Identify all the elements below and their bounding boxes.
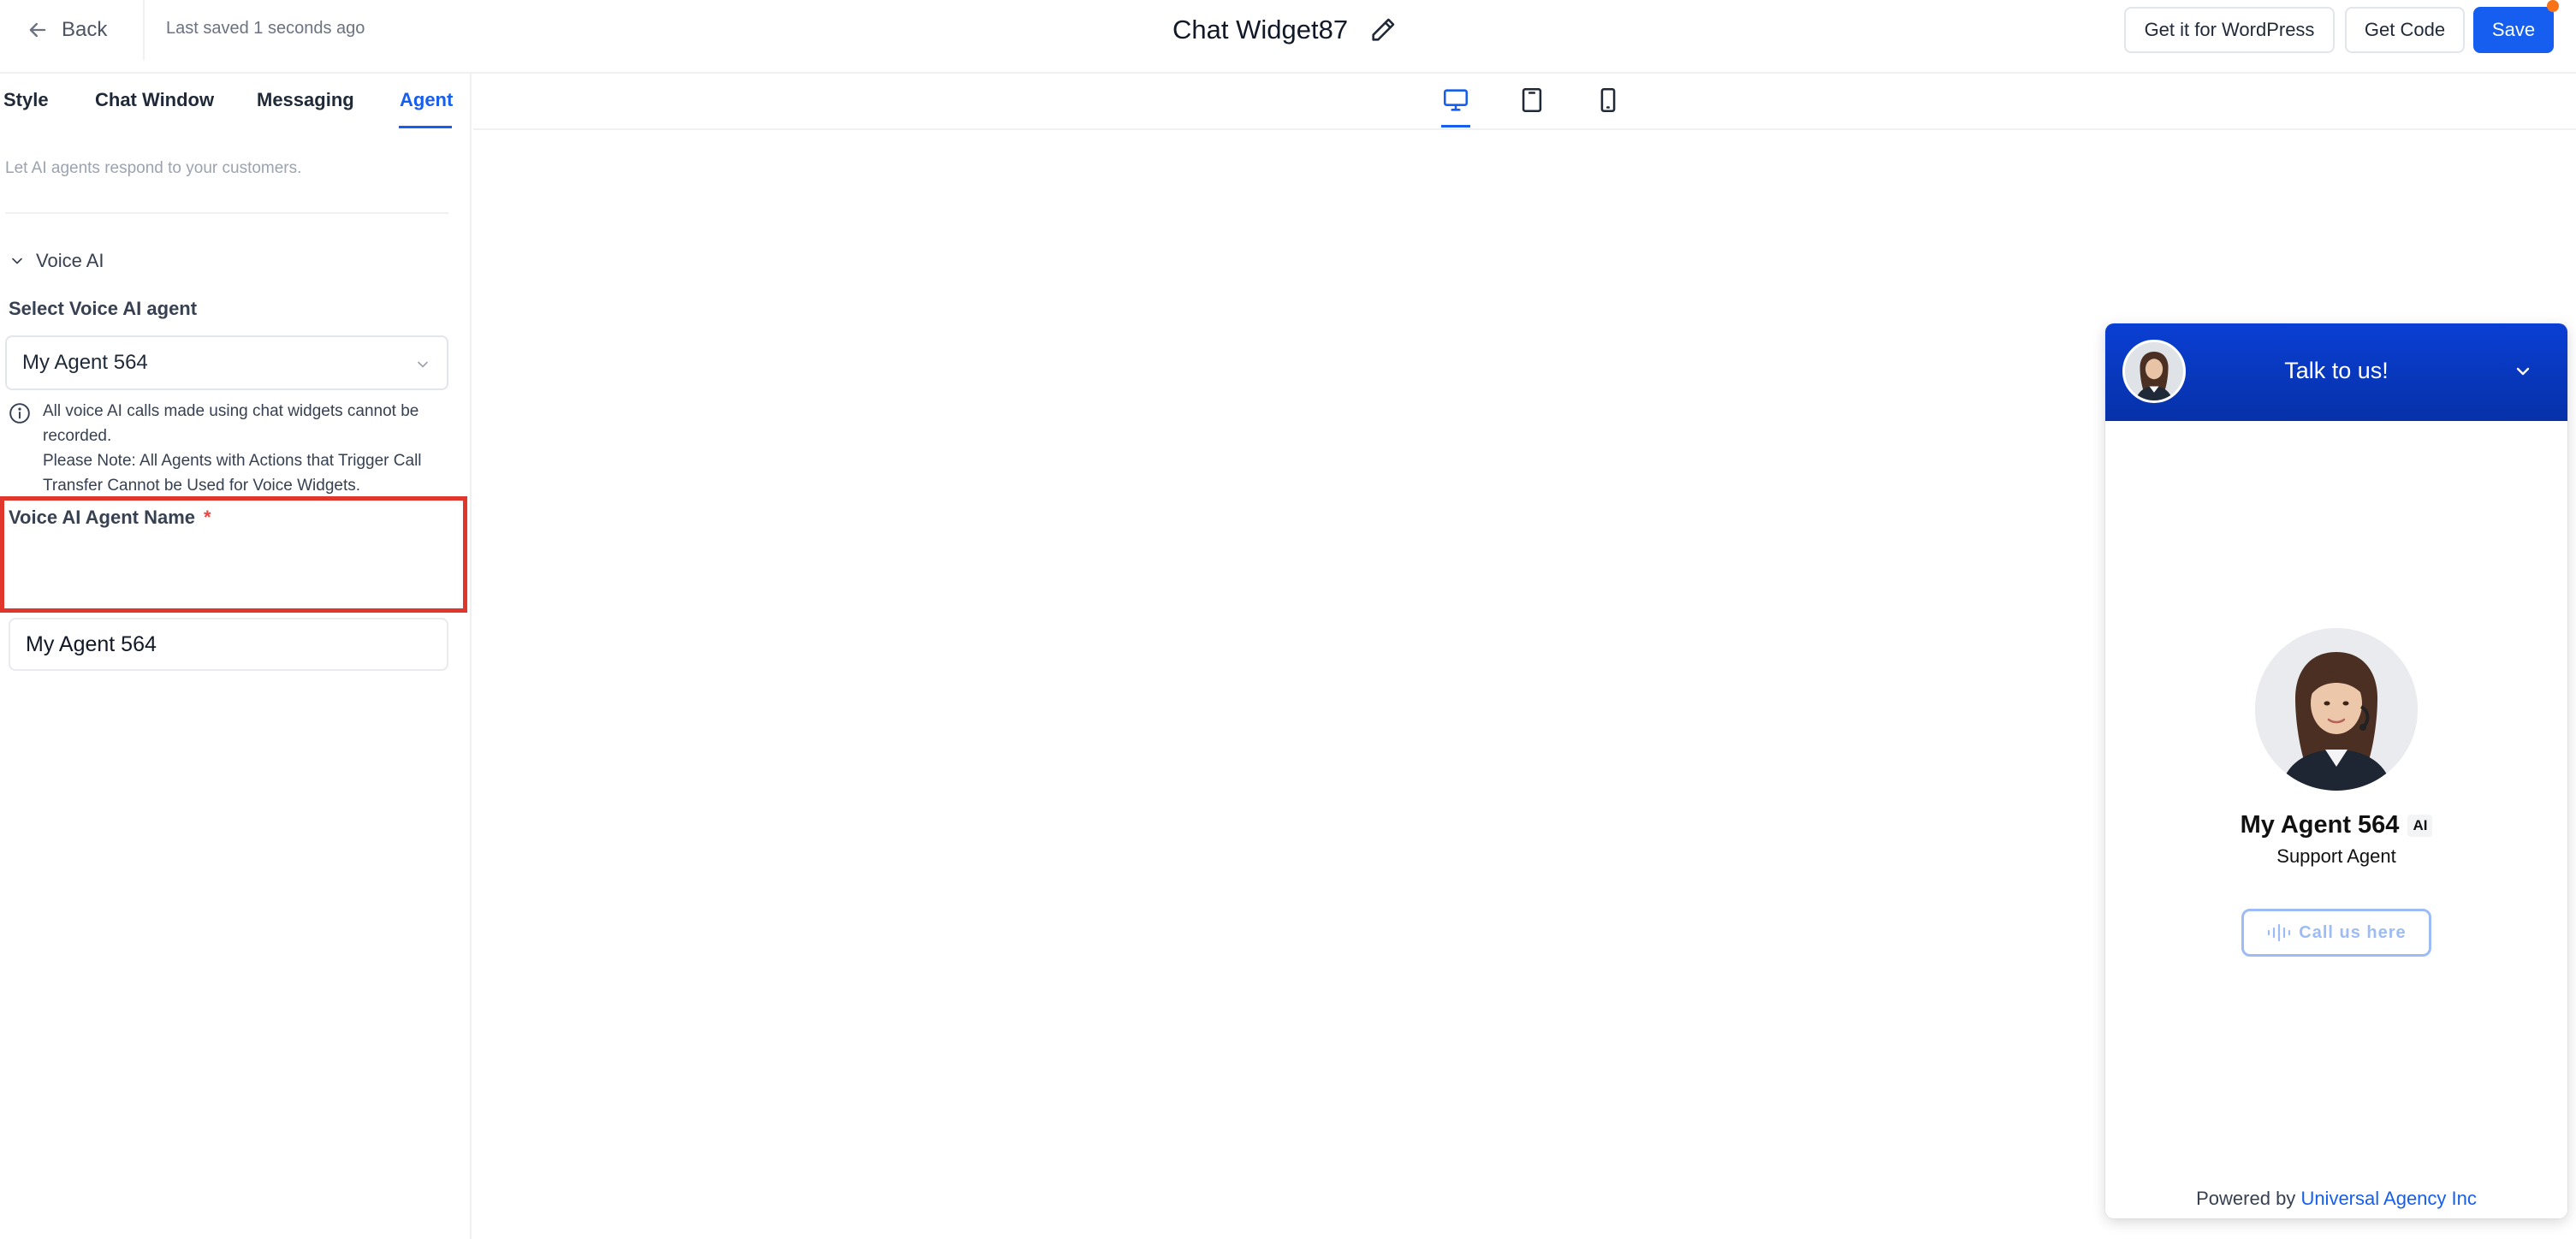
tablet-view-button[interactable] [1515,83,1549,117]
agent-avatar-image [2255,628,2418,791]
tab-agent[interactable]: Agent [400,89,453,111]
chevron-down-icon [12,258,22,264]
voice-ai-agent-select[interactable]: My Agent 564 [5,335,448,390]
widget-title-group: Chat Widget87 [1172,12,1398,48]
chat-widget-preview: Talk to us! My Agent 564 AI Support Agent… [2105,323,2567,1218]
footer-prefix: Powered by [2196,1188,2296,1209]
voice-ai-section-toggle[interactable]: Voice AI [9,250,104,272]
chevron-down-icon [418,361,428,368]
widget-title: Chat Widget87 [1172,15,1349,44]
desktop-view-button[interactable] [1439,83,1473,117]
divider [143,0,145,60]
arrow-left-icon [29,22,46,38]
chevron-down-icon[interactable] [2513,361,2533,382]
section-title: Voice AI [36,250,104,271]
agent-name-text: My Agent 564 [2240,811,2400,839]
notification-dot [2547,0,2559,12]
widget-header-title: Talk to us! [2284,358,2389,383]
tab-style[interactable]: Style [3,89,49,111]
tab-chat-window[interactable]: Chat Window [95,89,214,111]
back-label: Back [62,18,108,41]
mobile-view-button[interactable] [1591,83,1625,117]
ai-badge: AI [2407,815,2433,838]
widget-header: Talk to us! [2105,323,2567,421]
active-tab-indicator [399,126,452,128]
settings-sidebar: Style Chat Window Messaging Agent Let AI… [0,74,472,1239]
back-button[interactable]: Back [26,14,107,46]
pencil-icon[interactable] [1368,15,1398,44]
soundwave-icon [2268,923,2291,942]
select-agent-label: Select Voice AI agent [9,298,198,319]
tab-messaging[interactable]: Messaging [257,89,354,111]
info-line: Please Note: All Agents with Actions tha… [43,452,422,495]
call-us-button[interactable]: Call us here [2241,909,2431,957]
agent-name-input[interactable] [9,618,448,671]
info-line: All voice AI calls made using chat widge… [43,402,419,445]
call-button-label: Call us here [2299,922,2407,942]
agent-name-display: My Agent 564 AI [2105,811,2567,839]
agent-name-label: Voice AI Agent Name * [9,507,211,529]
settings-tabs: Style Chat Window Messaging Agent [0,74,470,130]
required-marker: * [204,507,211,528]
agent-hint: Let AI agents respond to your customers. [5,159,302,177]
desktop-icon [1443,89,1469,111]
active-device-indicator [1441,125,1470,127]
get-for-wordpress-button[interactable]: Get it for WordPress [2124,7,2335,53]
get-code-button[interactable]: Get Code [2345,7,2465,53]
agent-role: Support Agent [2276,845,2396,867]
agent-avatar [2255,628,2418,791]
agency-link[interactable]: Universal Agency Inc [2300,1188,2476,1209]
agent-name-label-text: Voice AI Agent Name [9,507,196,528]
saved-status: Last saved 1 seconds ago [166,19,365,38]
save-button[interactable]: Save [2473,7,2554,53]
tablet-icon [1522,87,1542,113]
mobile-icon [1600,87,1616,113]
info-icon [9,403,30,424]
top-bar: Back Last saved 1 seconds ago Chat Widge… [0,0,2576,74]
voice-ai-info: All voice AI calls made using chat widge… [9,399,454,498]
divider [5,212,448,214]
select-value: My Agent 564 [22,351,148,374]
widget-footer: Powered by Universal Agency Inc [2105,1188,2567,1210]
